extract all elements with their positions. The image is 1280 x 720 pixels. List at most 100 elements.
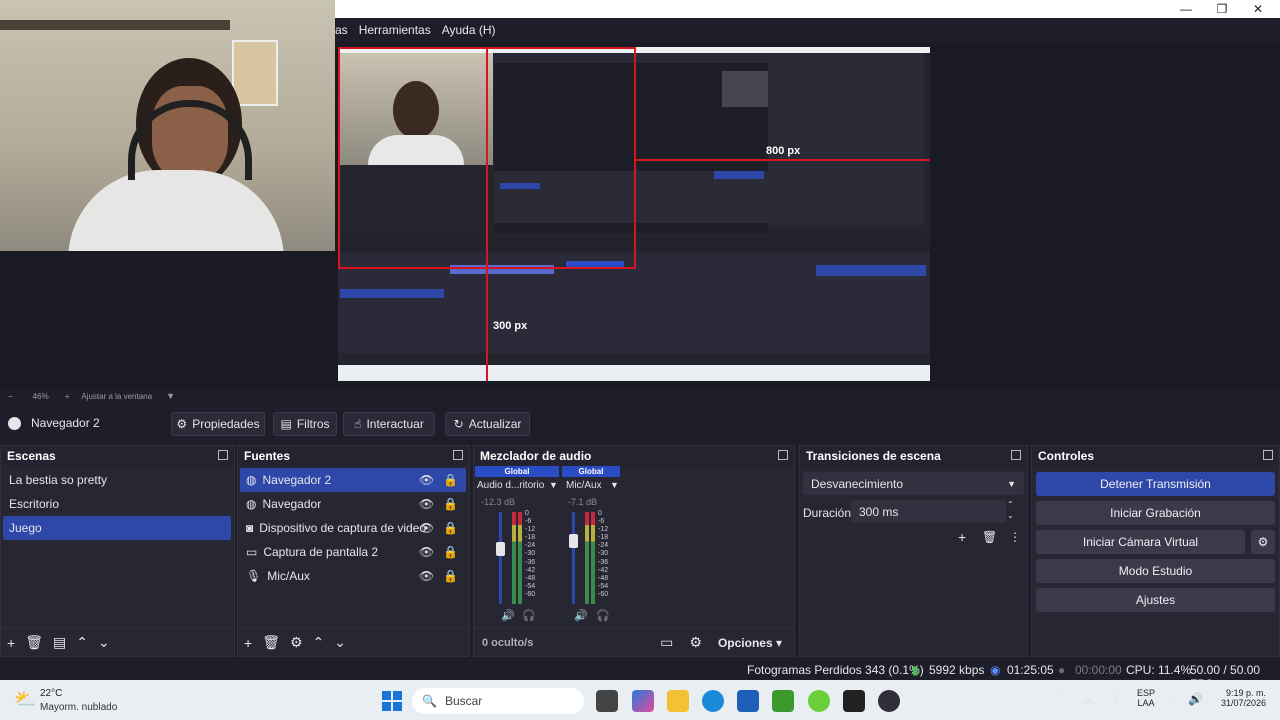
studio-mode-button[interactable]: Modo Estudio [1036,559,1275,583]
task-view-icon[interactable] [596,690,618,712]
duration-spinner[interactable]: ⌃ ⌄ [1007,499,1014,521]
duration-input[interactable]: 300 ms [851,500,1006,523]
refresh-icon: ↻ [453,417,464,431]
source-item[interactable]: ◙ Dispositivo de captura de video 👁 🔒 [240,516,466,540]
filters-button[interactable]: ▤ Filtros [273,412,337,436]
language-1: ESP [1137,688,1156,698]
trash-icon[interactable]: 🗑 [25,634,43,651]
microphone-icon[interactable]: 🎙 [1108,692,1123,706]
language-indicator[interactable]: ESP LAA [1137,688,1155,708]
volume-slider-handle[interactable] [569,534,578,548]
speaker-icon[interactable]: 🔊 [574,609,588,622]
maximize-button[interactable]: ❐ [1204,0,1240,18]
obs-icon[interactable] [878,690,900,712]
gear-icon[interactable]: ⚙ [290,634,303,651]
volume-slider[interactable] [572,512,575,604]
virtual-camera-settings-button[interactable]: ⚙ [1251,530,1275,554]
zoom-out-button[interactable]: − [8,392,13,401]
refresh-button[interactable]: ↻ Actualizar [445,412,530,436]
popout-icon[interactable] [1011,450,1021,460]
cloud-icon[interactable]: ☁ [1082,692,1094,706]
nested-screen [494,53,924,233]
add-icon[interactable]: + [244,635,252,651]
up-icon[interactable]: ⌃ [313,634,325,651]
headphones-icon[interactable]: 🎧 [522,609,536,622]
menu-item-tools[interactable]: Herramientas [359,23,431,37]
popout-icon[interactable] [1263,450,1273,460]
source-item-selected[interactable]: ◍ Navegador 2 👁 🔒 [240,468,466,492]
clock[interactable]: 9:19 p. m. 31/07/2026 [1212,688,1266,708]
eye-icon[interactable]: 👁 [419,497,434,511]
volume-icon[interactable]: 🔊 [1188,692,1203,706]
options-label: Opciones [717,635,773,650]
lock-icon[interactable]: 🔒 [443,521,458,535]
wifi-icon[interactable]: ◠ [1168,692,1178,706]
minecraft-icon[interactable] [772,690,794,712]
lock-icon[interactable]: 🔒 [443,473,458,487]
channel-db: -12.3 dB [481,497,516,507]
channel-dropdown-icon[interactable]: ▼ [549,480,558,490]
stop-stream-button[interactable]: Detener Transmisión [1036,472,1275,496]
layout-icon[interactable]: ▭ [660,634,673,651]
properties-button[interactable]: ⚙ Propiedades [171,412,265,436]
settings-button[interactable]: Ajustes [1036,588,1275,612]
taskbar-search[interactable]: 🔍 Buscar [412,688,584,714]
interact-button[interactable]: ☝ Interactuar [343,412,435,436]
gear-icon[interactable]: ⚙ [689,634,702,651]
transition-select[interactable]: Desvanecimiento ▼ [803,472,1024,495]
source-item[interactable]: 🎙 Mic/Aux 👁 🔒 [240,564,466,588]
add-icon[interactable]: + [7,635,15,651]
file-explorer-icon[interactable] [667,690,689,712]
down-icon[interactable]: ⌄ [334,634,346,651]
headphones-icon[interactable]: 🎧 [596,609,610,622]
mixer-title: Mezclador de audio [480,449,592,463]
edge-icon[interactable] [702,690,724,712]
messaging-icon[interactable] [808,690,830,712]
volume-slider[interactable] [499,512,502,604]
eye-icon[interactable]: 👁 [419,545,434,559]
lock-icon[interactable]: 🔒 [443,545,458,559]
eye-icon[interactable]: 👁 [419,521,434,535]
add-icon[interactable]: + [958,529,966,545]
scene-item[interactable]: Escritorio [3,492,231,516]
store-icon[interactable] [737,690,759,712]
volume-slider-handle[interactable] [496,542,505,556]
preview-canvas[interactable]: 800 px 300 px [338,47,930,381]
lock-icon[interactable]: 🔒 [443,497,458,511]
scene-item[interactable]: La bestia so pretty [3,468,231,492]
zoom-dropdown-chevron-icon[interactable]: ▼ [166,391,175,401]
popout-icon[interactable] [453,450,463,460]
microphone-icon: 🎙 [246,569,262,583]
zoom-in-button[interactable]: + [65,392,70,401]
close-button[interactable]: ✕ [1240,0,1276,18]
speaker-icon[interactable]: 🔊 [501,609,515,622]
source-item[interactable]: ▭ Captura de pantalla 2 👁 🔒 [240,540,466,564]
weather-icon[interactable]: ⛅ [14,689,36,710]
up-icon[interactable]: ⌃ [76,634,88,651]
trash-icon[interactable]: 🗑 [982,530,997,544]
channel-dropdown-icon[interactable]: ▼ [610,480,619,490]
start-recording-button[interactable]: Iniciar Grabación [1036,501,1275,525]
eye-icon[interactable]: 👁 [419,569,434,583]
menu-item-partial[interactable]: as [335,23,348,37]
camera-icon: ◙ [246,521,254,535]
popout-icon[interactable] [218,450,228,460]
source-item[interactable]: ◍ Navegador 👁 🔒 [240,492,466,516]
more-icon[interactable]: ⋮ [1009,530,1021,544]
eye-icon[interactable]: 👁 [419,473,434,487]
popout-icon[interactable] [778,450,788,460]
windows-start-icon[interactable] [382,691,402,711]
tray-chevron-up-icon[interactable]: ⌃ [1058,692,1067,705]
stop-stream-label: Detener Transmisión [1100,477,1211,491]
down-icon[interactable]: ⌄ [98,634,110,651]
lock-icon[interactable]: 🔒 [443,569,458,583]
virtual-camera-button[interactable]: Iniciar Cámara Virtual [1036,530,1245,554]
menu-item-help[interactable]: Ayuda (H) [442,23,496,37]
capcut-icon[interactable] [843,690,865,712]
minimize-button[interactable]: — [1168,0,1204,18]
trash-icon[interactable]: 🗑 [262,634,280,651]
copilot-icon[interactable] [632,690,654,712]
filter-icon[interactable]: ▤ [53,634,66,651]
options-button[interactable]: Opciones ▾ [718,636,782,650]
scene-item-selected[interactable]: Juego [3,516,231,540]
